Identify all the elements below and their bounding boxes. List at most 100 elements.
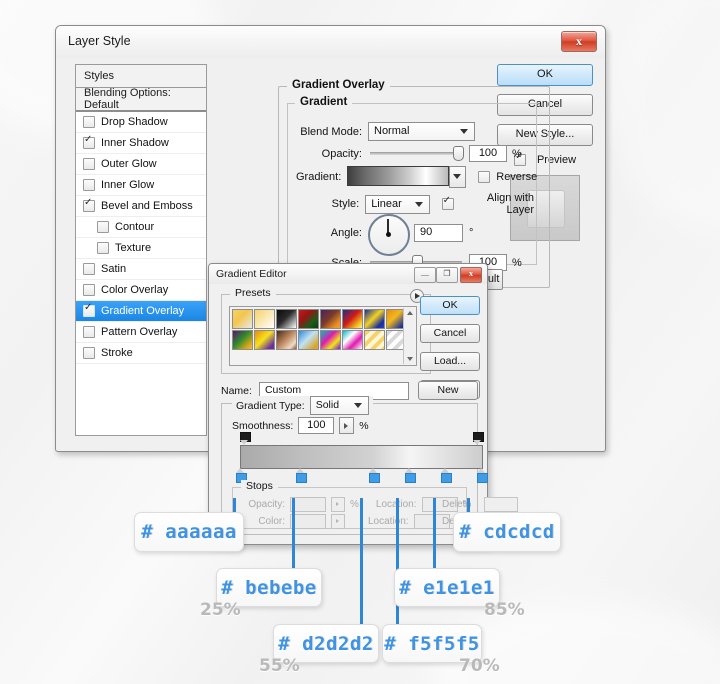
presets-group: Presets xyxy=(221,287,431,374)
style-row-pattern-overlay[interactable]: Pattern Overlay xyxy=(76,322,206,343)
style-row-checkbox[interactable] xyxy=(83,116,95,128)
style-row-checkbox[interactable] xyxy=(97,242,109,254)
scroll-down-icon[interactable] xyxy=(404,354,415,364)
style-row-inner-glow[interactable]: Inner Glow xyxy=(76,175,206,196)
stops-color-swatch[interactable] xyxy=(290,514,326,529)
preset-swatch[interactable] xyxy=(276,330,297,350)
preset-swatch-grid xyxy=(232,309,407,350)
opacity-slider[interactable] xyxy=(370,146,464,161)
gradient-picker[interactable] xyxy=(347,166,467,188)
angle-value[interactable]: 90 xyxy=(414,224,463,242)
close-icon[interactable]: x xyxy=(460,267,482,283)
color-stop[interactable] xyxy=(440,468,452,483)
callout-text: # e1e1e1 xyxy=(399,576,495,599)
color-stop[interactable] xyxy=(296,468,308,483)
load-button[interactable]: Load... xyxy=(420,352,480,371)
gradient-type-select[interactable]: Solid xyxy=(309,396,369,415)
color-stop[interactable] xyxy=(368,468,380,483)
style-row-drop-shadow[interactable]: Drop Shadow xyxy=(76,112,206,133)
color-stop[interactable] xyxy=(477,468,488,483)
blend-mode-select[interactable]: Normal xyxy=(368,122,475,141)
style-row-checkbox[interactable] xyxy=(83,302,95,317)
style-row-label: Contour xyxy=(115,221,155,233)
style-row-checkbox[interactable] xyxy=(83,197,95,212)
smoothness-value[interactable]: 100 xyxy=(298,417,335,434)
stops-opacity-input[interactable] xyxy=(290,497,326,512)
preset-swatch[interactable] xyxy=(342,309,363,329)
preset-swatch[interactable] xyxy=(342,330,363,350)
close-glyph: x xyxy=(576,34,582,48)
styles-list[interactable]: Styles Blending Options: Default Drop Sh… xyxy=(75,64,207,436)
blend-mode-label: Blend Mode: xyxy=(300,125,362,138)
style-row-checkbox[interactable] xyxy=(83,347,95,359)
gradient-preview-swatch[interactable] xyxy=(347,166,450,186)
smoothness-stepper[interactable] xyxy=(339,417,355,434)
opacity-slider-knob[interactable] xyxy=(453,146,464,161)
new-button[interactable]: New xyxy=(418,381,478,400)
gradient-dropdown-button[interactable] xyxy=(449,166,467,188)
stops-color-picker-button[interactable] xyxy=(331,514,345,529)
maximize-icon[interactable]: ❐ xyxy=(436,267,458,283)
layer-style-titlebar[interactable]: Layer Style x xyxy=(56,26,605,58)
preset-swatch[interactable] xyxy=(320,309,341,329)
style-row-label: Bevel and Emboss xyxy=(101,200,193,212)
minimize-icon[interactable]: — xyxy=(414,267,436,283)
style-row-checkbox[interactable] xyxy=(97,221,109,233)
style-row-checkbox[interactable] xyxy=(83,179,95,191)
style-row-texture[interactable]: Texture xyxy=(76,238,206,259)
angle-dial[interactable] xyxy=(368,214,410,256)
angle-unit: ° xyxy=(469,227,474,239)
style-row-color-overlay[interactable]: Color Overlay xyxy=(76,280,206,301)
preset-swatch[interactable] xyxy=(298,309,319,329)
layer-style-title: Layer Style xyxy=(68,34,131,48)
scroll-up-icon[interactable] xyxy=(404,308,415,318)
close-icon[interactable]: x xyxy=(561,31,597,52)
style-row-label: Color Overlay xyxy=(101,284,169,296)
color-stop[interactable] xyxy=(404,468,416,483)
ok-button[interactable]: OK xyxy=(497,64,593,86)
stops-delete-button-1[interactable] xyxy=(484,497,519,512)
gradient-type-row: Gradient Type: Solid xyxy=(232,396,373,415)
opacity-value[interactable]: 100 xyxy=(469,145,507,162)
ge-ok-button[interactable]: OK xyxy=(420,296,480,315)
style-row-checkbox[interactable] xyxy=(83,134,95,149)
presets-listbox[interactable] xyxy=(229,306,417,366)
blending-options-row[interactable]: Blending Options: Default xyxy=(76,87,206,112)
style-row-contour[interactable]: Contour xyxy=(76,217,206,238)
align-with-layer-checkbox[interactable] xyxy=(441,195,454,210)
style-row-checkbox[interactable] xyxy=(83,326,95,338)
reverse-checkbox[interactable] xyxy=(478,171,491,183)
chevron-down-icon xyxy=(414,201,423,207)
stops-opacity-stepper[interactable] xyxy=(331,497,345,512)
preset-swatch[interactable] xyxy=(254,330,275,350)
style-select[interactable]: Linear xyxy=(365,194,430,214)
preset-swatch[interactable] xyxy=(232,309,253,329)
callout-text: # d2d2d2 xyxy=(278,632,374,655)
preset-swatch[interactable] xyxy=(276,309,297,329)
preset-swatch[interactable] xyxy=(254,309,275,329)
ge-cancel-button[interactable]: Cancel xyxy=(420,324,480,343)
preset-swatch[interactable] xyxy=(320,330,341,350)
style-row-stroke[interactable]: Stroke xyxy=(76,343,206,364)
maximize-glyph: ❐ xyxy=(443,269,451,278)
opacity-stop[interactable] xyxy=(240,432,251,445)
style-row-checkbox[interactable] xyxy=(83,284,95,296)
stops-title: Stops xyxy=(241,480,278,492)
opacity-stop[interactable] xyxy=(473,432,484,445)
style-row-inner-shadow[interactable]: Inner Shadow xyxy=(76,133,206,154)
gradient-editor-titlebar[interactable]: Gradient Editor — ❐ x xyxy=(209,264,487,284)
presets-scrollbar[interactable] xyxy=(403,308,415,364)
percent-55: 55% xyxy=(259,656,300,676)
styles-list-header[interactable]: Styles xyxy=(76,65,206,88)
style-row-checkbox[interactable] xyxy=(83,158,95,170)
style-row-satin[interactable]: Satin xyxy=(76,259,206,280)
preset-swatch[interactable] xyxy=(364,309,385,329)
preset-swatch[interactable] xyxy=(298,330,319,350)
preset-swatch[interactable] xyxy=(232,330,253,350)
preset-swatch[interactable] xyxy=(364,330,385,350)
style-row-outer-glow[interactable]: Outer Glow xyxy=(76,154,206,175)
style-row-bevel-and-emboss[interactable]: Bevel and Emboss xyxy=(76,196,206,217)
style-row-gradient-overlay[interactable]: Gradient Overlay xyxy=(76,301,206,322)
style-row-checkbox[interactable] xyxy=(83,263,95,275)
gradient-bar[interactable] xyxy=(240,445,483,469)
